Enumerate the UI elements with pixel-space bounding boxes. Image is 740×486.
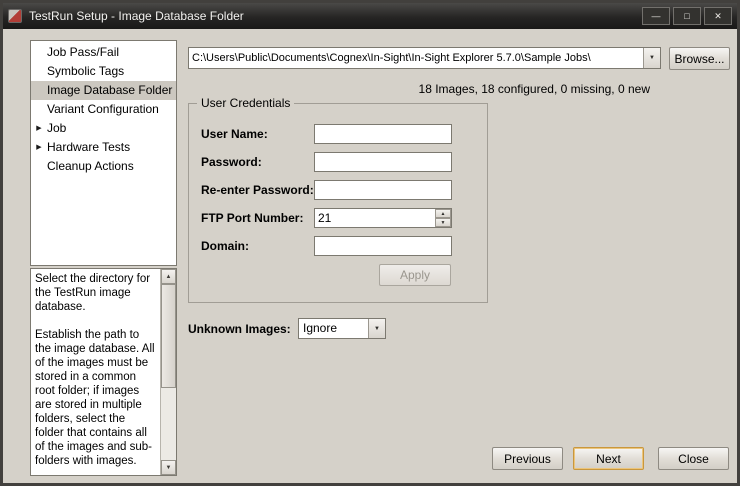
scroll-up-button[interactable]: ▲: [161, 269, 176, 284]
sidebar-item-label: Cleanup Actions: [47, 159, 134, 173]
window-controls: — □ ✕: [642, 7, 732, 25]
browse-button[interactable]: Browse...: [669, 47, 730, 70]
app-icon: [8, 9, 22, 23]
minimize-button[interactable]: —: [642, 7, 670, 25]
reenter-password-input[interactable]: [314, 180, 452, 200]
step-description-text: Select the directory for the TestRun ima…: [31, 269, 159, 475]
unknown-images-value: Ignore: [299, 319, 368, 338]
chevron-down-icon: ▼: [649, 55, 655, 61]
path-dropdown-button[interactable]: ▼: [643, 48, 660, 68]
minimize-icon: —: [652, 12, 661, 21]
sidebar-item-label: Hardware Tests: [47, 140, 130, 154]
image-count-status: 18 Images, 18 configured, 0 missing, 0 n…: [188, 82, 650, 96]
window-title: TestRun Setup - Image Database Folder: [29, 9, 244, 23]
sidebar-item-label: Image Database Folder: [47, 83, 172, 97]
expand-arrow-icon[interactable]: ▶: [34, 138, 44, 157]
expand-arrow-icon[interactable]: ▶: [34, 119, 44, 138]
apply-button[interactable]: Apply: [379, 264, 451, 286]
ftp-port-stepper: ▲ ▼: [314, 208, 452, 228]
password-input[interactable]: [314, 152, 452, 172]
sidebar-item-job[interactable]: ▶ Job: [31, 119, 176, 138]
maximize-button[interactable]: □: [673, 7, 701, 25]
spinner-down-icon: ▼: [441, 220, 446, 226]
testrun-setup-window: TestRun Setup - Image Database Folder — …: [0, 0, 740, 486]
chevron-down-icon: ▼: [374, 326, 380, 332]
scroll-down-button[interactable]: ▼: [161, 460, 176, 475]
next-button[interactable]: Next: [573, 447, 644, 470]
close-button-label: Close: [678, 452, 709, 466]
ftp-port-input[interactable]: [314, 208, 452, 228]
image-folder-path-combo: ▼: [188, 47, 661, 69]
password-row: Password:: [189, 152, 487, 174]
scroll-up-icon: ▲: [166, 274, 172, 280]
spinner-up-icon: ▲: [441, 211, 446, 217]
sidebar-item-symbolic-tags[interactable]: Symbolic Tags: [31, 62, 176, 81]
ftp-port-label: FTP Port Number:: [201, 211, 303, 225]
password-label: Password:: [201, 155, 262, 169]
domain-label: Domain:: [201, 239, 249, 253]
previous-button-label: Previous: [504, 452, 551, 466]
username-input[interactable]: [314, 124, 452, 144]
username-label: User Name:: [201, 127, 268, 141]
sidebar-item-label: Symbolic Tags: [47, 64, 124, 78]
sidebar-item-label: Job Pass/Fail: [47, 45, 119, 59]
close-button[interactable]: ✕: [704, 7, 732, 25]
unknown-images-dropdown[interactable]: Ignore ▼: [298, 318, 386, 339]
unknown-images-dropdown-button[interactable]: ▼: [368, 319, 385, 338]
step-description-box: Select the directory for the TestRun ima…: [30, 268, 177, 476]
sidebar-item-cleanup-actions[interactable]: Cleanup Actions: [31, 157, 176, 176]
sidebar-item-job-pass-fail[interactable]: Job Pass/Fail: [31, 43, 176, 62]
unknown-images-label: Unknown Images:: [188, 322, 291, 336]
description-scrollbar[interactable]: ▲ ▼: [160, 269, 176, 475]
browse-button-label: Browse...: [674, 52, 724, 66]
next-button-label: Next: [596, 452, 621, 466]
domain-input[interactable]: [314, 236, 452, 256]
close-dialog-button[interactable]: Close: [658, 447, 729, 470]
setup-steps-list: Job Pass/Fail Symbolic Tags Image Databa…: [30, 40, 177, 266]
scroll-down-icon: ▼: [166, 465, 172, 471]
spinner-down-button[interactable]: ▼: [435, 218, 451, 227]
user-credentials-group: User Credentials User Name: Password: Re…: [188, 103, 488, 303]
titlebar[interactable]: TestRun Setup - Image Database Folder — …: [3, 3, 737, 29]
sidebar-item-image-database-folder[interactable]: Image Database Folder: [31, 81, 176, 100]
sidebar-item-variant-configuration[interactable]: Variant Configuration: [31, 100, 176, 119]
previous-button[interactable]: Previous: [492, 447, 563, 470]
ftp-port-row: FTP Port Number: ▲ ▼: [189, 208, 487, 230]
sidebar-item-hardware-tests[interactable]: ▶ Hardware Tests: [31, 138, 176, 157]
domain-row: Domain:: [189, 236, 487, 258]
spinner-up-button[interactable]: ▲: [435, 209, 451, 218]
sidebar-item-label: Variant Configuration: [47, 102, 159, 116]
reenter-password-row: Re-enter Password:: [189, 180, 487, 202]
spinner-buttons: ▲ ▼: [435, 209, 451, 227]
image-folder-path-input[interactable]: [189, 48, 643, 68]
reenter-password-label: Re-enter Password:: [201, 183, 314, 197]
username-row: User Name:: [189, 124, 487, 146]
maximize-icon: □: [684, 12, 689, 21]
apply-button-label: Apply: [400, 268, 430, 282]
scrollbar-thumb[interactable]: [161, 284, 176, 388]
close-icon: ✕: [714, 12, 722, 21]
sidebar-item-label: Job: [47, 121, 66, 135]
group-title: User Credentials: [197, 96, 294, 110]
